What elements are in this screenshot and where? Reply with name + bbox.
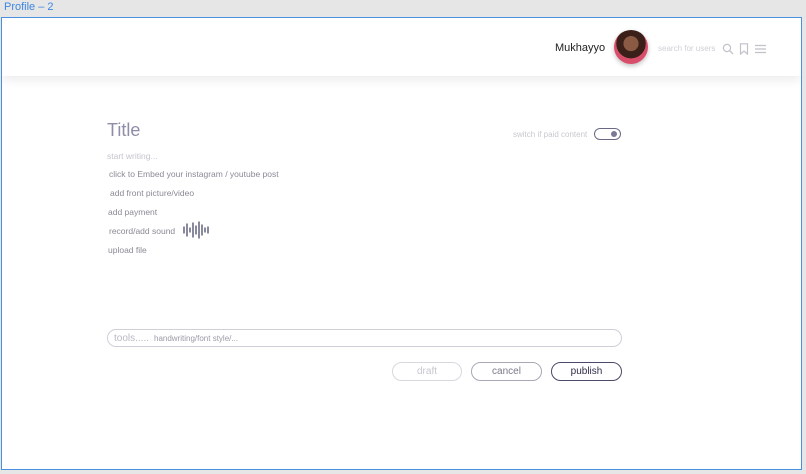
search-input[interactable]: search for users — [658, 44, 715, 53]
window-title: Profile – 2 — [4, 1, 54, 13]
embed-post-option[interactable]: click to Embed your instagram / youtube … — [109, 169, 279, 179]
search-icon[interactable] — [722, 42, 734, 60]
bookmark-icon[interactable] — [739, 42, 749, 60]
menu-icon[interactable] — [754, 42, 767, 60]
toggle-knob — [611, 131, 617, 137]
front-picture-option[interactable]: add front picture/video — [110, 188, 194, 198]
avatar[interactable] — [614, 30, 648, 64]
top-bar: Mukhayyo search for users — [2, 18, 801, 76]
tools-hint: handwriting/font style/... — [154, 334, 239, 343]
publish-button[interactable]: publish — [551, 362, 622, 381]
tools-label: tools..... — [114, 333, 150, 344]
draft-button[interactable]: draft — [392, 362, 462, 381]
post-title-input[interactable]: Title — [107, 120, 140, 141]
cancel-button[interactable]: cancel — [471, 362, 542, 381]
add-payment-option[interactable]: add payment — [108, 207, 157, 217]
paid-toggle-label: switch if paid content — [513, 130, 588, 139]
app-frame: Mukhayyo search for users Title switch i… — [1, 17, 802, 470]
upload-file-option[interactable]: upload file — [108, 245, 147, 255]
tools-bar[interactable]: tools..... handwriting/font style/... — [107, 329, 622, 347]
paid-content-toggle[interactable] — [594, 128, 621, 140]
username[interactable]: Mukhayyo — [555, 42, 605, 54]
record-sound-option[interactable]: record/add sound — [109, 226, 175, 236]
body-input[interactable]: start writing... — [107, 151, 158, 161]
sound-wave-icon[interactable] — [182, 221, 212, 244]
